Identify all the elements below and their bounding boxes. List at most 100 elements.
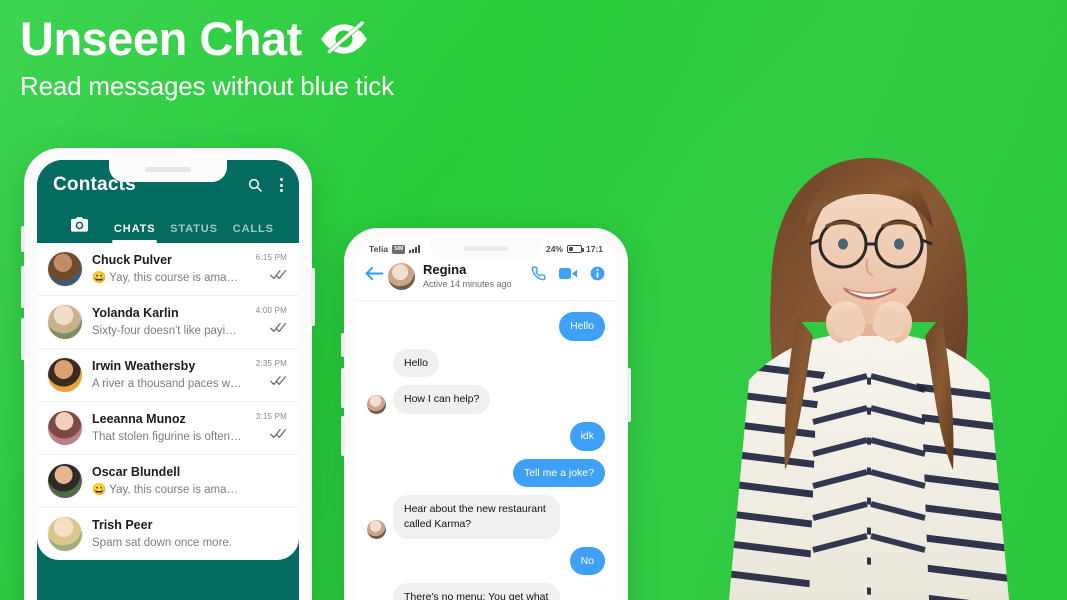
incoming-message: Hear about the new restaurant called Kar…: [367, 495, 605, 539]
phone2-power-button: [627, 368, 631, 422]
tab-status[interactable]: STATUS: [164, 223, 223, 243]
message-bubble[interactable]: Hello: [559, 311, 605, 341]
chat-item-meta: 6:15 PM: [243, 252, 287, 286]
phone2-earpiece: [464, 246, 508, 251]
phone1-side-button-3: [21, 318, 25, 360]
page-title: Unseen Chat: [20, 12, 302, 65]
chat-item-name: Trish Peer: [92, 518, 153, 533]
search-icon[interactable]: [247, 177, 263, 193]
camera-icon: [70, 217, 88, 235]
chat-item-time: 4:00 PM: [255, 306, 287, 315]
signal-icon: [409, 245, 421, 253]
message-avatar: [367, 395, 386, 414]
message-bubble[interactable]: Tell me a joke?: [512, 458, 605, 488]
chat-item-preview: 😀 Yay, this course is amazing !!! ✌: [92, 483, 243, 496]
chat-item-preview: Spam sat down once more.: [92, 536, 232, 549]
chat-item-name: Chuck Pulver: [92, 253, 172, 268]
phone1-earpiece: [145, 167, 191, 172]
chat-item-text: Trish Peer Spam sat down once more.: [82, 517, 243, 551]
chat-item-text: Irwin Weathersby A river a thousand paces…: [82, 358, 243, 392]
chat-item-name: Yolanda Karlin: [92, 306, 179, 321]
contacts-tab-bar: CHATS STATUS CALLS: [53, 211, 283, 243]
chat-item-preview: 😀 Yay, this course is amazing !!! ✌: [92, 271, 243, 284]
phone1-side-button-2: [21, 266, 25, 308]
chat-list-item[interactable]: Trish Peer Spam sat down once more.: [37, 508, 299, 560]
read-receipt-icon: [270, 320, 287, 338]
avatar: [48, 411, 82, 445]
chat-list-item[interactable]: Irwin Weathersby A river a thousand paces…: [37, 349, 299, 402]
phone2-side-button-1: [341, 333, 345, 357]
avatar: [709, 140, 1029, 600]
page-subtitle: Read messages without blue tick: [20, 71, 394, 102]
phone2-side-button-3: [341, 416, 345, 456]
title-row: Unseen Chat: [20, 14, 394, 63]
chat-contact-block: Regina Active 14 minutes ago: [423, 262, 531, 291]
chat-item-preview: That stolen figurine is often one floor.…: [92, 430, 243, 443]
phone1-screen: Contacts CHATS STATUS CALLS Chuck Pulver…: [37, 160, 299, 600]
battery-percent-label: 24%: [545, 244, 563, 254]
phone2-side-button-2: [341, 368, 345, 408]
phone-contacts: Contacts CHATS STATUS CALLS Chuck Pulver…: [21, 148, 315, 600]
chat-item-text: Chuck Pulver 😀 Yay, this course is amazin…: [82, 252, 243, 286]
message-bubble[interactable]: idk: [569, 422, 605, 451]
incoming-message: There's no menu: You get what you deserv…: [367, 583, 605, 600]
back-arrow-icon[interactable]: [365, 266, 385, 286]
chat-item-name: Oscar Blundell: [92, 465, 181, 480]
phone1-power-button: [311, 268, 315, 326]
read-receipt-icon: [270, 267, 287, 285]
chat-item-name: Leeanna Munoz: [92, 412, 186, 427]
chat-item-time: 6:15 PM: [255, 253, 287, 262]
outgoing-message: Tell me a joke?: [367, 458, 605, 488]
outgoing-message: No: [367, 546, 605, 576]
chat-item-preview: A river a thousand paces wide ever st...: [92, 377, 243, 390]
contacts-actions: [247, 177, 283, 193]
video-camera-icon[interactable]: [559, 267, 577, 285]
carrier-label: Telia: [369, 244, 389, 254]
read-receipt-icon: [270, 426, 287, 444]
message-bubble[interactable]: How I can help?: [393, 385, 491, 414]
tab-camera[interactable]: [53, 217, 105, 243]
chat-item-meta: 3:15 PM: [243, 411, 287, 445]
chat-item-text: Yolanda Karlin Sixty-four doesn't like pa…: [82, 305, 243, 339]
phone2-screen: Telia SIM 24% 17:1 Regina Active 14 minu…: [356, 239, 616, 600]
chat-item-time: 2:35 PM: [255, 359, 287, 368]
avatar: [48, 252, 82, 286]
avatar: [48, 517, 82, 551]
avatar: [48, 358, 82, 392]
chat-list: Chuck Pulver 😀 Yay, this course is amazin…: [37, 243, 299, 560]
chat-contact-avatar[interactable]: [388, 262, 415, 290]
message-bubble[interactable]: No: [569, 546, 605, 576]
eye-slash-icon: [318, 19, 370, 59]
chat-item-meta: 2:35 PM: [243, 358, 287, 392]
chat-item-meta: [243, 464, 287, 498]
more-vertical-icon[interactable]: [280, 178, 283, 192]
headline-block: Unseen Chat Read messages without blue t…: [20, 14, 394, 102]
chat-actions: [531, 266, 605, 286]
chat-item-name: Irwin Weathersby: [92, 359, 196, 374]
tab-calls[interactable]: CALLS: [224, 223, 283, 243]
message-avatar: [367, 519, 386, 539]
incoming-message: How I can help?: [367, 385, 605, 414]
chat-list-item[interactable]: Oscar Blundell 😀 Yay, this course is amaz…: [37, 455, 299, 508]
status-bar-left: Telia SIM: [369, 244, 421, 254]
message-bubble[interactable]: There's no menu: You get what you deserv…: [393, 583, 560, 600]
message-bubble[interactable]: Hello: [393, 348, 439, 378]
chat-contact-presence: Active 14 minutes ago: [423, 279, 512, 290]
chat-item-time: 3:15 PM: [255, 412, 287, 421]
chat-app-bar: Regina Active 14 minutes ago: [356, 257, 616, 301]
chat-list-item[interactable]: Yolanda Karlin Sixty-four doesn't like pa…: [37, 296, 299, 349]
outgoing-message: Hello: [367, 311, 605, 341]
clock-label: 17:1: [585, 244, 603, 254]
tab-chats[interactable]: CHATS: [105, 223, 164, 243]
info-icon[interactable]: [590, 266, 605, 286]
phone-chat: Telia SIM 24% 17:1 Regina Active 14 minu…: [341, 228, 631, 600]
chat-item-meta: 4:00 PM: [243, 305, 287, 339]
phone-icon[interactable]: [531, 266, 546, 286]
chat-contact-name: Regina: [423, 262, 467, 277]
message-bubble[interactable]: Hear about the new restaurant called Kar…: [393, 495, 560, 539]
read-receipt-icon: [270, 373, 287, 391]
chat-item-text: Leeanna Munoz That stolen figurine is oft…: [82, 411, 243, 445]
chat-list-item[interactable]: Leeanna Munoz That stolen figurine is oft…: [37, 402, 299, 455]
battery-icon: [566, 245, 584, 253]
chat-list-item[interactable]: Chuck Pulver 😀 Yay, this course is amazin…: [37, 243, 299, 296]
